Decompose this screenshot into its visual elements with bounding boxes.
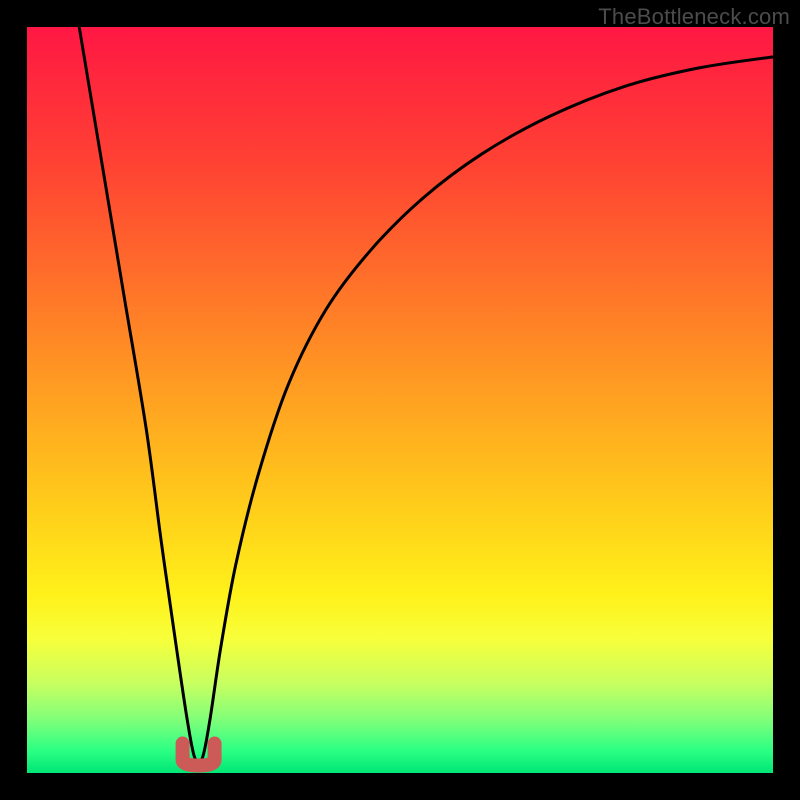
chart-frame: TheBottleneck.com xyxy=(0,0,800,800)
optimal-marker-path xyxy=(183,744,215,766)
chart-plot-area xyxy=(27,27,773,773)
watermark-text: TheBottleneck.com xyxy=(598,4,790,30)
optimal-marker xyxy=(27,27,773,773)
